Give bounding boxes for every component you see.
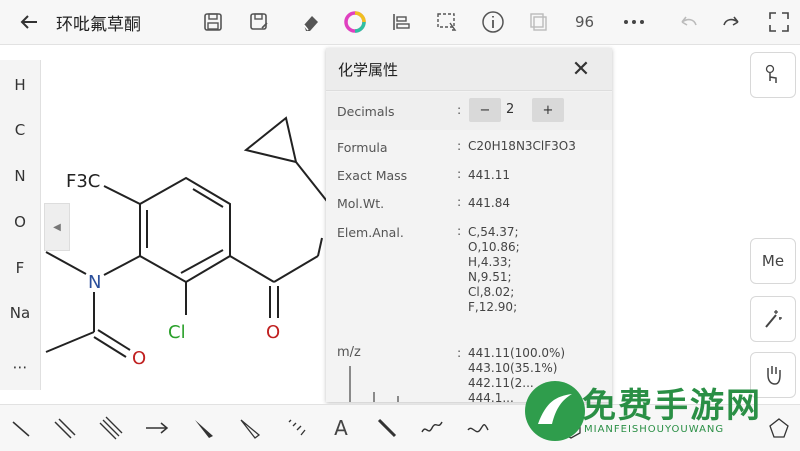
mz-peak-1: 441.11(100.0%) [468, 346, 566, 360]
hollow-wedge-bond-icon[interactable] [234, 413, 264, 443]
cf3-label: F3C [66, 171, 100, 192]
watermark-title: 免费手游网 [582, 386, 762, 426]
elem-anal-o: O,10.86; [468, 240, 520, 254]
panel-title: 化学属性 [338, 61, 399, 79]
elem-anal-label: Elem.Anal. [337, 225, 404, 240]
touch-select-tool-button[interactable] [750, 52, 796, 98]
elem-anal-c: C,54.37; [468, 225, 519, 239]
chemical-properties-panel: 化学属性 ✕ Decimals : − 2 + Formula : C20H18… [326, 48, 612, 402]
touch-select-icon [765, 64, 777, 83]
save-as-icon[interactable] [244, 7, 274, 37]
close-icon[interactable]: ✕ [566, 54, 596, 84]
oxygen-label-lactam: O [132, 348, 146, 369]
elem-anal-n: N,9.51; [468, 270, 512, 284]
element-c-button[interactable]: C [0, 115, 40, 145]
bold-bond-icon[interactable] [372, 413, 402, 443]
decimals-value: 2 [506, 102, 515, 117]
mass-spectrum-plot [349, 366, 399, 402]
bond-cf3 [103, 185, 141, 205]
mz-label: m/z [337, 345, 361, 360]
magic-wand-icon [765, 310, 782, 328]
undo-icon [672, 7, 702, 37]
formula-label: Formula [337, 140, 388, 155]
bond-n [103, 255, 141, 276]
methyl-label: Me [761, 252, 785, 270]
element-more-button[interactable]: ⋯ [0, 352, 40, 382]
copy-icon [524, 7, 554, 37]
save-icon[interactable] [198, 7, 228, 37]
elem-anal-h: H,4.33; [468, 255, 512, 269]
element-f-button[interactable]: F [0, 253, 40, 283]
element-o-button[interactable]: O [0, 207, 40, 237]
align-icon[interactable] [386, 7, 416, 37]
redo-icon[interactable] [718, 7, 748, 37]
chlorine-label: Cl [168, 322, 186, 343]
molecule-bonds [45, 116, 331, 358]
exact-mass-value: 441.11 [468, 168, 510, 182]
single-bond-icon[interactable] [6, 413, 36, 443]
formula-value: C20H18N3ClF3O3 [468, 139, 576, 153]
magic-tool-button[interactable] [750, 296, 796, 342]
panel-header: 化学属性 ✕ [326, 48, 612, 91]
element-h-button[interactable]: H [0, 70, 40, 100]
back-arrow-icon[interactable] [14, 7, 44, 37]
benzene-ring [139, 176, 231, 284]
methyl-button[interactable]: Me [750, 238, 796, 284]
curve-arrow-icon[interactable] [464, 413, 494, 443]
collapse-palette-tab[interactable]: ◀ [44, 203, 70, 251]
exact-mass-label: Exact Mass [337, 168, 408, 183]
text-tool-icon[interactable]: A [326, 413, 356, 443]
triple-bond-icon[interactable] [96, 413, 126, 443]
decimals-plus-button[interactable]: + [532, 98, 564, 122]
watermark-logo-icon [525, 381, 585, 441]
top-toolbar: 环吡氟草酮 96 [0, 0, 800, 45]
bond-carbonyl [229, 255, 275, 283]
decimals-label: Decimals [337, 104, 395, 119]
hashed-wedge-bond-icon[interactable] [280, 413, 310, 443]
arrow-bond-icon[interactable] [142, 413, 172, 443]
color-wheel-icon[interactable] [340, 7, 370, 37]
eraser-icon[interactable] [296, 7, 326, 37]
cyclopropyl-ring [243, 116, 298, 164]
elem-anal-cl: Cl,8.02; [468, 285, 515, 299]
more-icon[interactable] [619, 7, 649, 37]
decimals-minus-button[interactable]: − [469, 98, 501, 122]
oxygen-label-carbonyl: O [266, 322, 280, 343]
info-icon[interactable] [478, 7, 508, 37]
bond-cyclopropyl [295, 161, 331, 206]
element-palette: H C N O F Na ⋯ [0, 60, 41, 390]
watermark-subtitle: MIANFEISHOUYOUWANG [584, 424, 725, 435]
elem-anal-values: C,54.37; O,10.86; H,4.33; N,9.51; Cl,8.0… [468, 225, 520, 315]
element-na-button[interactable]: Na [0, 298, 40, 328]
mol-wt-label: Mol.Wt. [337, 196, 385, 211]
fullscreen-icon[interactable] [764, 7, 794, 37]
zoom-level[interactable]: 96 [575, 13, 594, 31]
nitrogen-label: N [88, 272, 101, 293]
wedge-bond-icon[interactable] [188, 413, 218, 443]
site-watermark: 免费手游网 MIANFEISHOUYOUWANG [520, 372, 800, 450]
mol-wt-value: 441.84 [468, 196, 510, 210]
double-bond-icon[interactable] [50, 413, 80, 443]
wavy-bond-icon[interactable] [418, 413, 448, 443]
element-n-button[interactable]: N [0, 161, 40, 191]
elem-anal-f: F,12.90; [468, 300, 518, 314]
page-title: 环吡氟草酮 [56, 15, 141, 35]
lasso-select-icon[interactable] [432, 7, 462, 37]
